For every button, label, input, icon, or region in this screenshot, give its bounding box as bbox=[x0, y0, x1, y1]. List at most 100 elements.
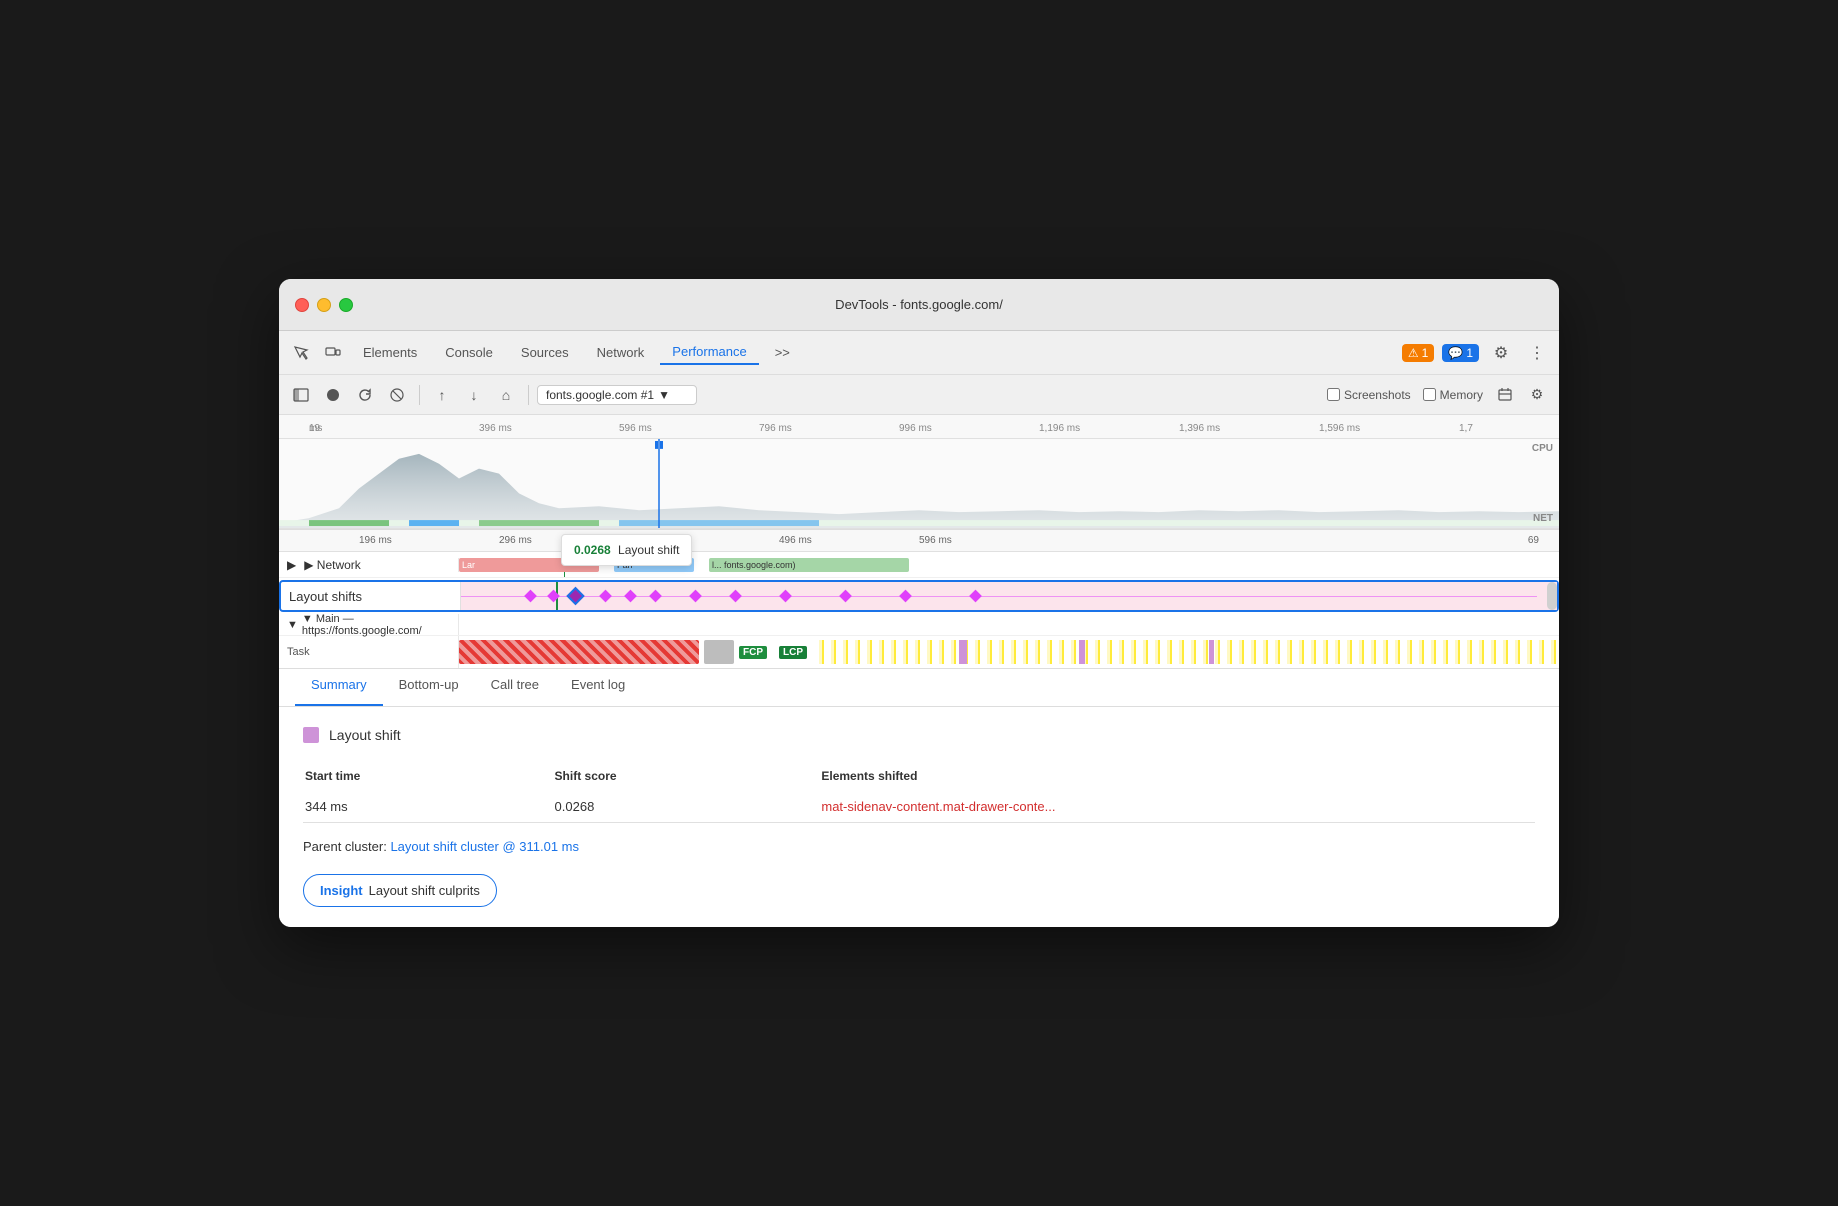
screenshots-checkbox[interactable]: Screenshots bbox=[1327, 388, 1411, 402]
task-bar-purple-3 bbox=[1209, 640, 1214, 664]
shift-line bbox=[461, 596, 1537, 597]
devtools-window: DevTools - fonts.google.com/ Elements Co… bbox=[279, 279, 1559, 927]
expand-icon: ▶ bbox=[287, 558, 296, 572]
tab-bottom-up[interactable]: Bottom-up bbox=[383, 669, 475, 706]
home-button[interactable]: ⌂ bbox=[492, 381, 520, 409]
tooltip-label: Layout shift bbox=[618, 543, 679, 557]
network-track-row[interactable]: ▶ ▶ Network Lar Fan l... fonts.google.co… bbox=[279, 552, 1559, 578]
tab-right-actions: ⚠ 1 💬 1 ⚙ ⋮ bbox=[1402, 339, 1551, 367]
network-block-fonts: l... fonts.google.com) bbox=[709, 558, 909, 572]
memory-checkbox[interactable]: Memory bbox=[1423, 388, 1483, 402]
tick2-196ms: 196 ms bbox=[359, 535, 392, 546]
maximize-button[interactable] bbox=[339, 298, 353, 312]
details-table: Start time Shift score Elements shifted … bbox=[303, 759, 1535, 823]
more-options-icon[interactable]: ⋮ bbox=[1523, 339, 1551, 367]
device-toolbar-icon[interactable] bbox=[319, 339, 347, 367]
warning-badge[interactable]: ⚠ 1 bbox=[1402, 344, 1434, 362]
net-label: NET bbox=[1533, 513, 1553, 524]
lower-timeline: 196 ms 296 ms 396 ms 496 ms 596 ms 69 ▶ … bbox=[279, 530, 1559, 669]
cell-shift-score: 0.0268 bbox=[555, 793, 820, 820]
lcp-badge: LCP bbox=[779, 646, 807, 659]
parent-cluster-link[interactable]: Layout shift cluster @ 311.01 ms bbox=[390, 839, 579, 854]
bottom-tabs: Summary Bottom-up Call tree Event log bbox=[279, 669, 1559, 707]
info-icon: 💬 bbox=[1448, 346, 1463, 360]
network-row-label: ▶ ▶ Network bbox=[279, 558, 459, 572]
dropdown-icon: ▼ bbox=[658, 388, 670, 402]
tick-1196ms: 1,196 ms bbox=[1039, 423, 1080, 434]
url-selector[interactable]: fonts.google.com #1 ▼ bbox=[537, 385, 697, 405]
tab-sources[interactable]: Sources bbox=[509, 341, 581, 364]
layout-shifts-label: Layout shifts bbox=[281, 582, 461, 610]
url-text: fonts.google.com #1 bbox=[546, 388, 654, 402]
tab-performance[interactable]: Performance bbox=[660, 340, 758, 365]
diamond-selected[interactable] bbox=[566, 587, 584, 605]
layout-shifts-content[interactable]: 0.0268 Layout shift bbox=[461, 582, 1557, 610]
layout-shifts-track[interactable]: Layout shifts bbox=[279, 580, 1559, 612]
event-color-box bbox=[303, 727, 319, 743]
tab-network[interactable]: Network bbox=[585, 341, 657, 364]
diamond-4[interactable] bbox=[599, 590, 612, 603]
insight-button[interactable]: Insight Layout shift culprits bbox=[303, 874, 497, 907]
clear-button[interactable] bbox=[383, 381, 411, 409]
minimize-button[interactable] bbox=[317, 298, 331, 312]
download-button[interactable]: ↓ bbox=[460, 381, 488, 409]
cpu-chart[interactable]: CPU NET bbox=[279, 439, 1559, 529]
tab-console[interactable]: Console bbox=[433, 341, 505, 364]
close-button[interactable] bbox=[295, 298, 309, 312]
main-thread-row[interactable]: ▼ ▼ Main — https://fonts.google.com/ bbox=[279, 614, 1559, 636]
toolbar: ↑ ↓ ⌂ fonts.google.com #1 ▼ Screenshots … bbox=[279, 375, 1559, 415]
sidebar-toggle-button[interactable] bbox=[287, 381, 315, 409]
tick-17: 1,7 bbox=[1459, 423, 1473, 434]
tab-summary[interactable]: Summary bbox=[295, 669, 383, 706]
event-header: Layout shift bbox=[303, 727, 1535, 743]
perf-settings-button[interactable]: ⚙ bbox=[1523, 381, 1551, 409]
diamond-9[interactable] bbox=[779, 590, 792, 603]
tab-event-log[interactable]: Event log bbox=[555, 669, 641, 706]
diamond-10[interactable] bbox=[839, 590, 852, 603]
task-bar-gray-1 bbox=[704, 640, 734, 664]
diamond-6[interactable] bbox=[649, 590, 662, 603]
layout-shift-tooltip: 0.0268 Layout shift bbox=[561, 534, 692, 566]
record-button[interactable] bbox=[319, 381, 347, 409]
clear-recordings-button[interactable] bbox=[1491, 381, 1519, 409]
tab-elements[interactable]: Elements bbox=[351, 341, 429, 364]
diamond-7[interactable] bbox=[689, 590, 702, 603]
inspect-icon[interactable] bbox=[287, 339, 315, 367]
upload-button[interactable]: ↑ bbox=[428, 381, 456, 409]
separator-1 bbox=[419, 385, 420, 405]
cpu-label: CPU bbox=[1532, 443, 1553, 454]
tick2-596ms: 596 ms bbox=[919, 535, 952, 546]
tab-more[interactable]: >> bbox=[763, 341, 802, 364]
diamond-2[interactable] bbox=[547, 590, 560, 603]
tick-1596ms: 1,596 ms bbox=[1319, 423, 1360, 434]
layout-shifts-scrollbar[interactable] bbox=[1547, 582, 1557, 610]
info-count: 1 bbox=[1466, 346, 1473, 360]
tab-bar: Elements Console Sources Network Perform… bbox=[279, 331, 1559, 375]
diamond-1[interactable] bbox=[524, 590, 537, 603]
timeline-container: 19 ms 396 ms 596 ms 796 ms 996 ms 1,196 … bbox=[279, 415, 1559, 530]
info-badge[interactable]: 💬 1 bbox=[1442, 344, 1479, 362]
reload-button[interactable] bbox=[351, 381, 379, 409]
tab-call-tree[interactable]: Call tree bbox=[475, 669, 555, 706]
tick-1396ms: 1,396 ms bbox=[1179, 423, 1220, 434]
task-bar-red bbox=[459, 640, 699, 664]
timeline-ruler-top: 19 ms 396 ms 596 ms 796 ms 996 ms 1,196 … bbox=[279, 415, 1559, 439]
task-bar-purple-2 bbox=[1079, 640, 1085, 664]
collapse-icon: ▼ bbox=[287, 619, 298, 631]
settings-icon[interactable]: ⚙ bbox=[1487, 339, 1515, 367]
bottom-panel: Summary Bottom-up Call tree Event log La… bbox=[279, 669, 1559, 927]
main-label: ▼ Main — https://fonts.google.com/ bbox=[302, 613, 458, 637]
diamond-5[interactable] bbox=[624, 590, 637, 603]
warning-count: 1 bbox=[1422, 346, 1429, 360]
main-row-label: ▼ ▼ Main — https://fonts.google.com/ bbox=[279, 614, 459, 635]
timeline-ruler-lower: 196 ms 296 ms 396 ms 496 ms 596 ms 69 bbox=[279, 530, 1559, 552]
title-bar: DevTools - fonts.google.com/ bbox=[279, 279, 1559, 331]
event-title: Layout shift bbox=[329, 727, 401, 743]
diamond-12[interactable] bbox=[969, 590, 982, 603]
task-row[interactable]: Task FCP LCP bbox=[279, 636, 1559, 668]
diamond-11[interactable] bbox=[899, 590, 912, 603]
element-link[interactable]: mat-sidenav-content.mat-drawer-conte... bbox=[821, 799, 1055, 814]
col-start-time: Start time bbox=[305, 761, 553, 791]
tick2-296ms: 296 ms bbox=[499, 535, 532, 546]
diamond-8[interactable] bbox=[729, 590, 742, 603]
